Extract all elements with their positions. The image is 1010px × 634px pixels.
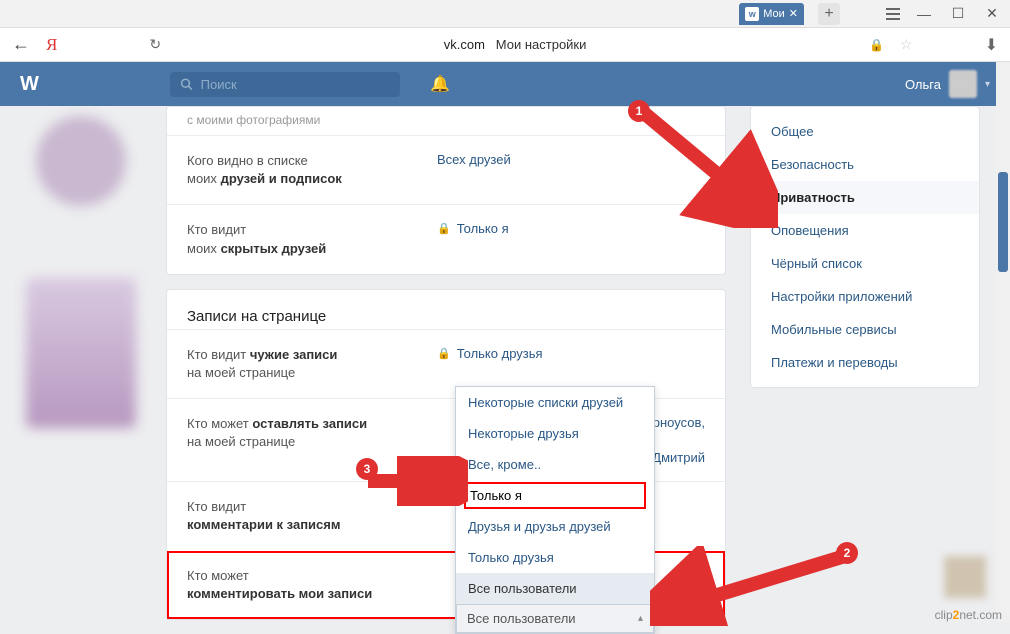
notifications-icon[interactable]: 🔔	[430, 74, 450, 94]
sidebar-item-apps[interactable]: Настройки приложений	[751, 280, 979, 313]
setting-value[interactable]: 🔒 Только друзья	[437, 346, 705, 361]
search-icon	[180, 77, 193, 91]
callout-2: 2	[836, 542, 858, 564]
search-box[interactable]	[170, 72, 400, 97]
chevron-up-icon: ▴	[638, 613, 643, 624]
sidebar-card: Общее Безопасность Приватность Оповещени…	[750, 106, 980, 388]
search-input[interactable]	[201, 77, 390, 92]
annotation-arrow-2	[650, 546, 860, 626]
browser-tab-active[interactable]: w Мои ✕	[739, 3, 804, 25]
left-column	[16, 106, 166, 628]
blurred-photo	[26, 278, 136, 428]
minimize-button[interactable]: —	[914, 6, 934, 22]
dropdown-option-highlighted[interactable]: Только я	[464, 482, 646, 509]
maximize-button[interactable]: ☐	[948, 5, 968, 22]
url-display[interactable]: vk.com Мои настройки	[177, 37, 853, 52]
user-menu[interactable]: Ольга ▾	[905, 70, 990, 98]
dropdown-option[interactable]: Друзья и друзья друзей	[456, 511, 654, 542]
dropdown-option[interactable]: Некоторые друзья	[456, 418, 654, 449]
section-title: Записи на странице	[167, 290, 725, 329]
browser-chrome: w Мои ✕ + — ☐ ✕ ← Я ↻ vk.com Мои настрой…	[0, 0, 1010, 62]
username: Ольга	[905, 77, 941, 92]
blurred-avatar	[36, 116, 126, 206]
lock-icon: 🔒	[437, 222, 451, 235]
back-button[interactable]: ←	[12, 34, 30, 55]
download-icon[interactable]: ⬇	[985, 35, 998, 55]
page-scrollbar[interactable]	[996, 62, 1010, 622]
menu-icon[interactable]	[886, 8, 900, 20]
vk-favicon: w	[745, 7, 759, 21]
browser-tab-bar: w Мои ✕ + — ☐ ✕	[0, 0, 1010, 28]
tab-label: Мои	[763, 8, 785, 20]
dropdown-option[interactable]: Только друзья	[456, 542, 654, 573]
vk-header: W 🔔 Ольга ▾	[0, 62, 1010, 106]
row-cut-label: с моими фотографиями	[187, 113, 320, 127]
avatar	[949, 70, 977, 98]
address-bar: ← Я ↻ vk.com Мои настройки 🔒 ☆ ⬇	[0, 28, 1010, 62]
callout-1: 1	[628, 100, 650, 122]
sidebar-item-mobile[interactable]: Мобильные сервисы	[751, 313, 979, 346]
scroll-thumb[interactable]	[998, 172, 1008, 272]
dropdown-option-selected[interactable]: Все пользователи	[456, 573, 654, 604]
sidebar-item-general[interactable]: Общее	[751, 115, 979, 148]
chevron-down-icon: ▾	[985, 79, 990, 90]
dropdown-current[interactable]: Все пользователи ▴	[456, 604, 654, 633]
reload-button[interactable]: ↻	[149, 36, 161, 53]
bookmark-icon[interactable]: ☆	[900, 36, 913, 53]
blurred-thumb	[944, 556, 986, 598]
callout-3: 3	[356, 458, 378, 480]
lock-icon: 🔒	[869, 38, 884, 52]
sidebar-item-privacy[interactable]: Приватность	[751, 181, 979, 214]
vk-logo[interactable]: W	[20, 73, 170, 96]
sidebar-item-security[interactable]: Безопасность	[751, 148, 979, 181]
sidebar-item-notifications[interactable]: Оповещения	[751, 214, 979, 247]
new-tab-button[interactable]: +	[818, 3, 840, 25]
dropdown-option[interactable]: Все, кроме..	[456, 449, 654, 480]
watermark: clip2net.com	[935, 608, 1002, 622]
close-tab-icon[interactable]: ✕	[789, 7, 798, 20]
lock-icon: 🔒	[437, 347, 451, 360]
sidebar-item-payments[interactable]: Платежи и переводы	[751, 346, 979, 379]
dropdown-option[interactable]: Некоторые списки друзей	[456, 387, 654, 418]
close-window-button[interactable]: ✕	[982, 5, 1002, 22]
privacy-dropdown-open[interactable]: Некоторые списки друзей Некоторые друзья…	[455, 386, 655, 634]
yandex-logo[interactable]: Я	[46, 35, 57, 55]
sidebar-item-blacklist[interactable]: Чёрный список	[751, 247, 979, 280]
